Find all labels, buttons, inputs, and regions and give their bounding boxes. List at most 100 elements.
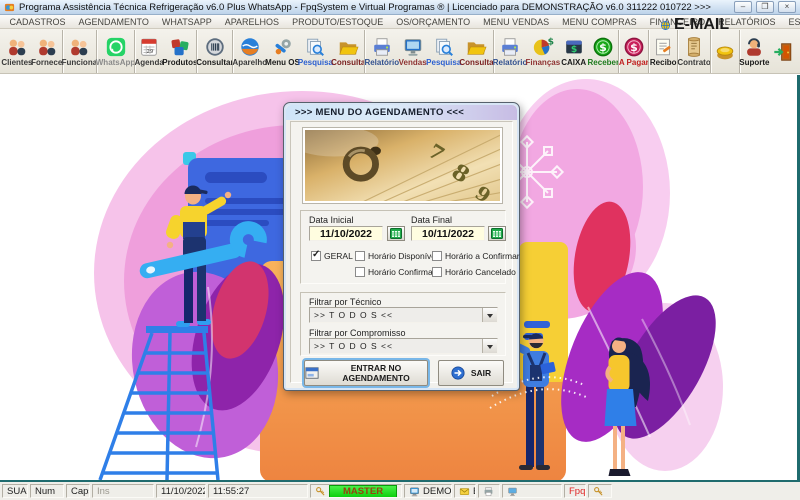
sair-label: SAIR — [471, 368, 491, 378]
toolbar-button[interactable]: WhatsApp — [96, 30, 134, 73]
window-titlebar: Programa Assistência Técnica Refrigeraçã… — [0, 0, 800, 15]
statusbar-icon — [507, 486, 518, 497]
menu-item[interactable]: APARELHOS — [218, 17, 285, 27]
toolbar-button[interactable]: Relatório — [493, 30, 527, 73]
toolbar-label: Agenda — [134, 58, 163, 67]
menu-item[interactable]: WHATSAPP — [155, 17, 218, 27]
statusbar-segment: DEMO OS AR 6.0 — [404, 484, 452, 498]
toolbar-label: Pesquisa — [426, 58, 461, 67]
checkbox-horario-cancelado[interactable]: Horário Cancelado — [432, 267, 516, 277]
toolbar-label: A Pagar — [619, 58, 649, 67]
statusbar-text: Num — [35, 486, 55, 497]
toolbar-icon — [337, 36, 359, 58]
dropdown-arrow-icon[interactable] — [482, 308, 497, 322]
checkbox-label: Horário a Confirmar — [445, 251, 520, 261]
filter-compromisso-select[interactable]: >> T O D O S << — [309, 338, 498, 354]
statusbar-text: Caps — [71, 486, 90, 497]
data-final-label: Data Final — [411, 215, 452, 225]
statusbar-segment: 11/10/2022 — [156, 484, 206, 498]
toolbar-label: Consultar — [196, 58, 233, 67]
filter-tecnico-select[interactable]: >> T O D O S << — [309, 307, 498, 323]
toolbar-label: Consulta — [459, 58, 493, 67]
filter-compromisso-label: Filtrar por Compromisso — [309, 328, 406, 338]
toolbar-label: WhatsApp — [96, 58, 136, 67]
toolbar-icon — [499, 36, 521, 58]
statusbar-text: FpqSystem — [569, 486, 586, 497]
menu-item[interactable]: CADASTROS — [3, 17, 72, 27]
checkbox-box — [355, 267, 365, 277]
toolbar-button[interactable]: Consulta — [332, 30, 364, 73]
toolbar-icon — [465, 36, 487, 58]
toolbar-button[interactable]: Pesquisa — [427, 30, 460, 73]
toolbar-label: Menu OS — [265, 58, 300, 67]
toolbar-button[interactable]: A Pagar — [618, 30, 648, 73]
checkbox-horario-disponivel[interactable]: Horário Disponível — [355, 251, 438, 261]
data-inicial-label: Data Inicial — [309, 215, 354, 225]
menu-item[interactable]: MENU COMPRAS — [556, 17, 644, 27]
toolbar-button[interactable]: Vendas — [398, 30, 427, 73]
toolbar-icon — [772, 41, 794, 63]
entrar-agendamento-button[interactable]: ENTRAR NO AGENDAMENTO — [304, 360, 428, 386]
toolbar-button[interactable]: Consulta — [460, 30, 492, 73]
email-globe-icon — [660, 20, 671, 31]
statusbar-segment: Email — [454, 484, 476, 498]
toolbar-button[interactable]: Receber — [588, 30, 618, 73]
statusbar-segment — [478, 484, 500, 498]
checkbox-label: Horário Cancelado — [445, 267, 516, 277]
statusbar-segment: MASTER — [310, 484, 402, 498]
data-final-input[interactable] — [411, 226, 485, 241]
toolbar-button[interactable]: Menu OS — [266, 30, 299, 73]
toolbar-icon — [204, 36, 226, 58]
statusbar-icon — [593, 486, 604, 497]
toolbar-icon — [623, 36, 645, 58]
toolbar-button[interactable]: Aparelho — [232, 30, 266, 73]
checkbox-geral[interactable]: GERAL — [311, 251, 353, 261]
toolbar-button[interactable]: Contrato — [677, 30, 710, 73]
toolbar-button[interactable] — [769, 30, 798, 73]
toolbar-button[interactable]: Recibo — [648, 30, 677, 73]
toolbar-label: Relatório — [364, 58, 399, 67]
toolbar-button[interactable]: Relatório — [364, 30, 398, 73]
statusbar-segment — [588, 484, 612, 498]
toolbar-button[interactable]: Produtos — [163, 30, 196, 73]
checkbox-horario-confirmado[interactable]: Horário Confirmado — [355, 267, 442, 277]
toolbar-label: Contrato — [677, 58, 710, 67]
sair-button[interactable]: SAIR — [438, 360, 504, 386]
checkbox-label: Horário Disponível — [368, 251, 438, 261]
toolbar-button[interactable]: Pesquisa — [299, 30, 332, 73]
toolbar-button[interactable] — [710, 30, 739, 73]
data-inicial-calendar-button[interactable] — [387, 226, 405, 241]
data-inicial-input[interactable] — [309, 226, 383, 241]
menu-item[interactable]: AGENDAMENTO — [72, 17, 155, 27]
toolbar-button[interactable]: Suporte — [739, 30, 769, 73]
menu-item[interactable]: ESTATISTICA — [782, 17, 800, 27]
close-button[interactable]: × — [778, 1, 796, 13]
filters-group: Filtrar por Técnico >> T O D O S << Filt… — [300, 292, 506, 356]
menu-item[interactable]: PRODUTO/ESTOQUE — [286, 17, 390, 27]
dialog-titlebar[interactable]: >>> MENU DO AGENDAMENTO <<< — [286, 105, 517, 120]
dropdown-arrow-icon[interactable] — [482, 339, 497, 353]
toolbar-label: Fornece — [31, 58, 62, 67]
menu-email-label: E-MAIL — [674, 16, 729, 34]
arrow-circle-icon — [451, 366, 465, 380]
toolbar-button[interactable]: CAIXA — [559, 30, 588, 73]
toolbar-button[interactable]: Clientes — [2, 30, 32, 73]
toolbar: Clientes Fornece Funciona WhatsApp Agend… — [0, 29, 800, 74]
data-final-calendar-button[interactable] — [488, 226, 506, 241]
toolbar-label: Aparelho — [232, 58, 267, 67]
toolbar-button[interactable]: Fornece — [32, 30, 62, 73]
menu-item-email[interactable]: E-MAIL — [655, 16, 734, 34]
menu-item[interactable]: OS/ORÇAMENTO — [390, 17, 477, 27]
toolbar-button[interactable]: Consultar — [196, 30, 232, 73]
menu-item[interactable]: MENU VENDAS — [477, 17, 556, 27]
statusbar-text: 11/10/2022 — [161, 486, 206, 497]
maximize-button[interactable]: ❐ — [756, 1, 774, 13]
selected-value: >> T O D O S << — [310, 341, 482, 351]
toolbar-button[interactable]: Finanças — [526, 30, 559, 73]
checkbox-horario-a-confirmar[interactable]: Horário a Confirmar — [432, 251, 520, 261]
minimize-button[interactable]: – — [734, 1, 752, 13]
toolbar-icon — [304, 36, 326, 58]
toolbar-button[interactable]: Agenda — [134, 30, 163, 73]
toolbar-button[interactable]: Funciona — [62, 30, 97, 73]
toolbar-icon — [652, 36, 674, 58]
